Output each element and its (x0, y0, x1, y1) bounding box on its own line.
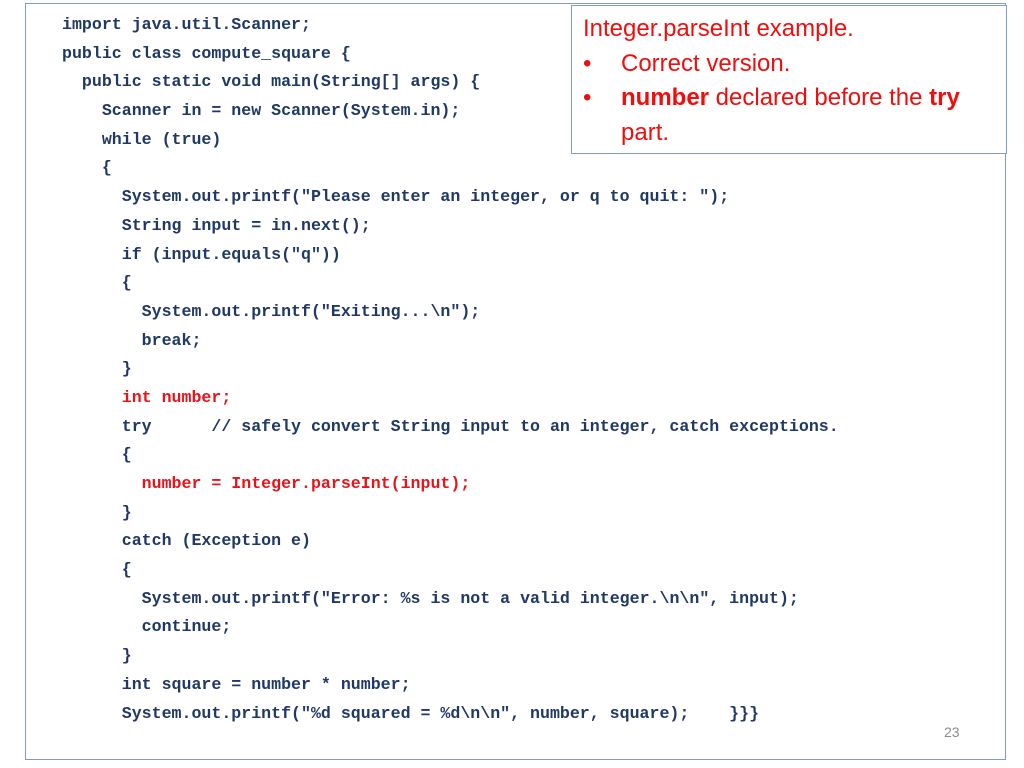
code-text: public class compute_square { (62, 43, 351, 63)
annotation-bullet: • Correct version. (583, 47, 1001, 82)
code-line: catch (Exception e) (62, 527, 839, 556)
annotation-bullet: • number declared before the try part. (583, 81, 1001, 150)
code-line: } (62, 355, 839, 384)
page-number: 23 (944, 724, 960, 740)
code-text: } (121, 502, 132, 522)
code-line: int number; (62, 384, 839, 413)
code-line: break; (62, 327, 839, 356)
code-line: System.out.printf("Exiting...\n"); (62, 298, 839, 327)
code-line: } (62, 499, 839, 528)
code-text: Scanner in = new Scanner(System.in); (101, 101, 461, 121)
code-text: import java.util.Scanner; (62, 15, 311, 34)
code-text: { (121, 560, 132, 580)
bullet-keyword: try (929, 84, 960, 111)
bullet-segment: declared before the (709, 84, 930, 111)
code-text: catch (Exception e) (121, 531, 311, 551)
code-text: System.out.printf("Please enter an integ… (121, 187, 730, 207)
code-line: try // safely convert String input to an… (62, 413, 839, 442)
code-text: public static void main(String[] args) { (81, 72, 481, 92)
code-line: { (62, 269, 839, 298)
code-text: } (121, 359, 132, 379)
bullet-text-number-declared: number declared before the try part. (621, 81, 1001, 150)
bullet-icon: • (583, 84, 592, 111)
annotation-title: Integer.parseInt example. (583, 15, 854, 42)
code-text-highlighted: int number; (121, 387, 232, 407)
code-text: } (121, 646, 132, 666)
code-text: continue; (141, 617, 232, 637)
bullet-segment: part. (621, 118, 670, 146)
annotation-text: Integer.parseInt example. • Correct vers… (583, 12, 1001, 150)
bullet-text-correct-version: Correct version. (621, 47, 1001, 82)
code-line: number = Integer.parseInt(input); (62, 470, 839, 499)
code-text: System.out.printf("Error: %s is not a va… (141, 588, 799, 608)
code-text: break; (141, 330, 202, 350)
code-line: System.out.printf("%d squared = %d\n\n",… (62, 700, 839, 729)
bullet-segment: Correct version. (621, 49, 791, 77)
code-text: { (121, 273, 132, 293)
code-line: { (62, 154, 839, 183)
code-text: int square = number * number; (121, 674, 411, 694)
code-text: if (input.equals("q")) (121, 244, 341, 264)
code-line: System.out.printf("Error: %s is not a va… (62, 585, 839, 614)
code-line: if (input.equals("q")) (62, 241, 839, 270)
code-text: { (121, 445, 132, 465)
code-text: { (101, 158, 112, 178)
code-text: String input = in.next(); (121, 215, 371, 235)
code-text-highlighted: number = Integer.parseInt(input); (141, 474, 471, 493)
code-line: } (62, 642, 839, 671)
code-line: int square = number * number; (62, 671, 839, 700)
code-text: System.out.printf("Exiting...\n"); (141, 301, 481, 321)
bullet-keyword: number (621, 84, 710, 111)
slide: import java.util.Scanner; public class co… (0, 0, 1024, 768)
code-text: System.out.printf("%d squared = %d\n\n",… (121, 703, 760, 723)
code-text: while (true) (101, 129, 222, 149)
code-line: continue; (62, 613, 839, 642)
bullet-icon: • (583, 49, 592, 77)
code-text: try // safely convert String input to an… (121, 416, 839, 436)
annotation-callout: Integer.parseInt example. • Correct vers… (571, 5, 1007, 154)
code-line: String input = in.next(); (62, 212, 839, 241)
code-line: { (62, 441, 839, 470)
code-line: System.out.printf("Please enter an integ… (62, 183, 839, 212)
code-line: { (62, 556, 839, 585)
